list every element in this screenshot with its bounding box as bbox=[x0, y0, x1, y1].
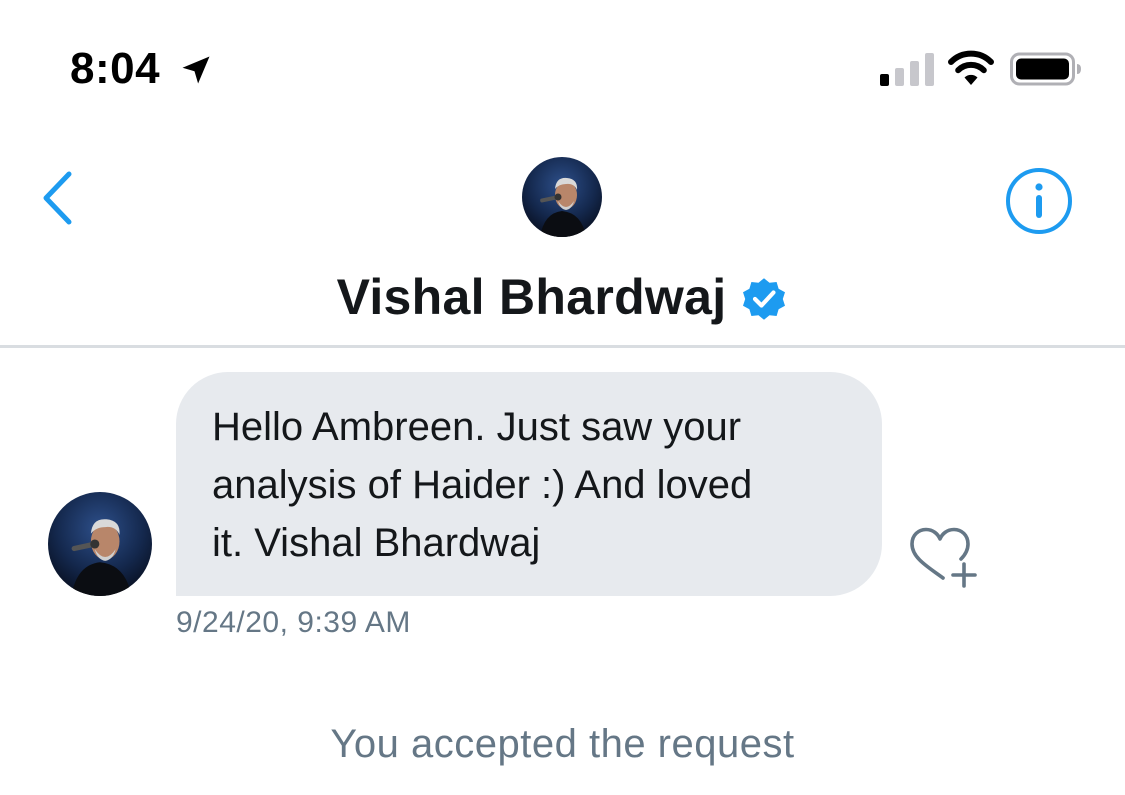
header-divider bbox=[0, 345, 1125, 348]
contact-name: Vishal Bhardwaj bbox=[336, 269, 727, 325]
cellular-signal-icon bbox=[880, 53, 934, 86]
wifi-icon bbox=[948, 50, 994, 85]
verified-badge-icon bbox=[743, 278, 786, 320]
status-time: 8:04 bbox=[70, 44, 161, 93]
status-bar: 8:04 bbox=[0, 0, 1125, 130]
location-arrow-icon bbox=[182, 56, 210, 84]
message-text: Hello Ambreen. Just saw your analysis of… bbox=[212, 405, 753, 565]
request-accepted-notice: You accepted the request bbox=[330, 722, 795, 766]
avatar[interactable] bbox=[522, 157, 602, 237]
back-button[interactable] bbox=[36, 168, 86, 228]
avatar-photo bbox=[48, 492, 152, 596]
conversation-title: Vishal Bhardwaj bbox=[0, 262, 1125, 332]
avatar-photo bbox=[522, 157, 602, 237]
message-bubble[interactable]: Hello Ambreen. Just saw your analysis of… bbox=[176, 372, 882, 596]
info-button[interactable] bbox=[1004, 166, 1074, 236]
like-message-button[interactable] bbox=[906, 526, 980, 590]
battery-icon bbox=[1010, 52, 1081, 86]
message-timestamp: 9/24/20, 9:39 AM bbox=[176, 606, 411, 639]
sender-avatar[interactable] bbox=[48, 492, 152, 596]
heart-plus-icon bbox=[910, 527, 977, 588]
